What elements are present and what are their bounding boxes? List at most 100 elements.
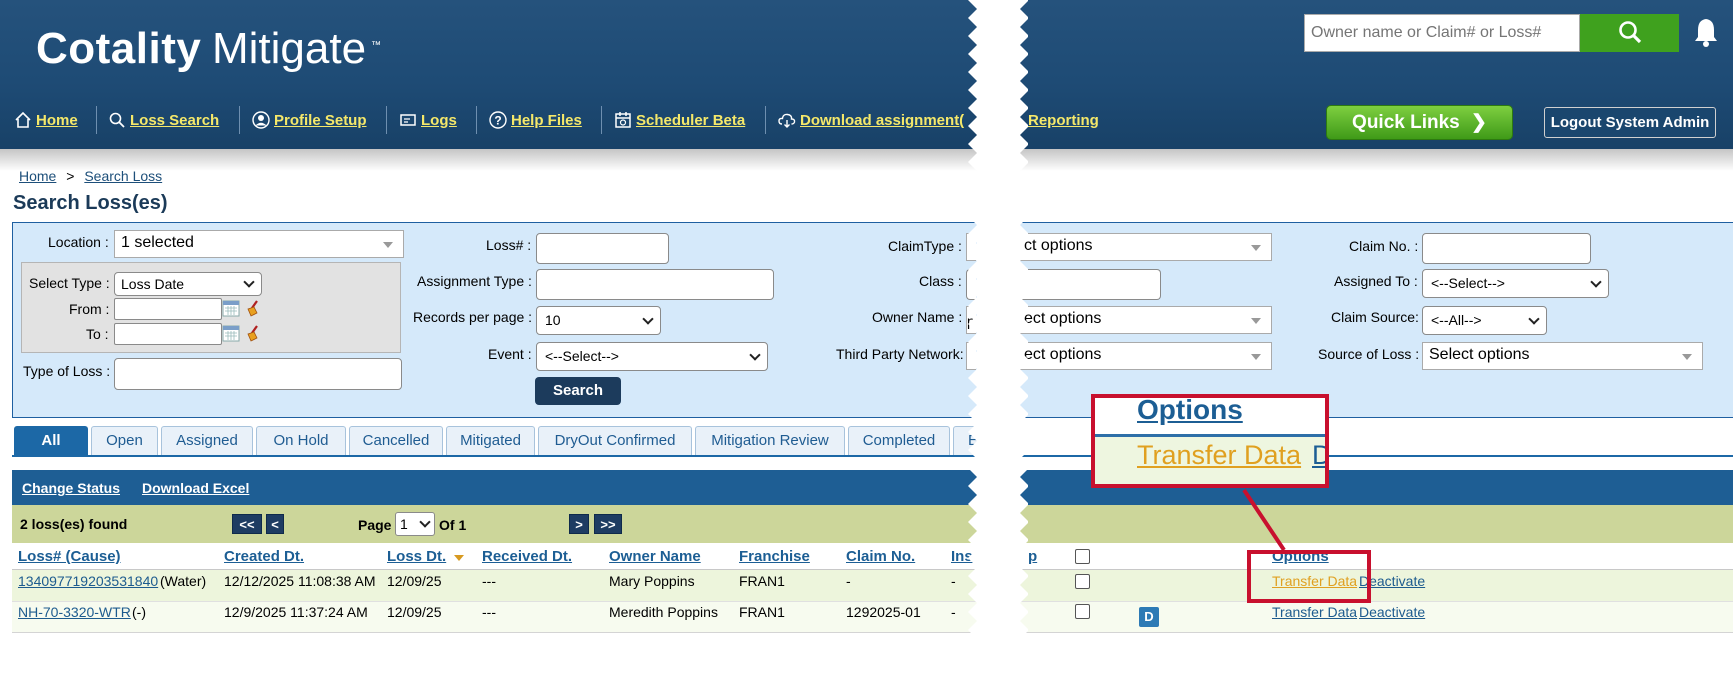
third-party-network-label: Third Party Network: (836, 346, 964, 362)
col-loss-cause[interactable]: Loss# (Cause) (18, 548, 121, 565)
svg-text:?: ? (494, 114, 501, 128)
class-input[interactable] (1018, 269, 1161, 300)
tab-all[interactable]: All (14, 426, 88, 456)
location-multiselect[interactable]: 1 selected (114, 230, 404, 258)
nav-scheduler[interactable]: Scheduler Beta (614, 109, 745, 131)
logout-button[interactable]: Logout System Admin (1544, 107, 1716, 138)
assignment-type-input[interactable] (536, 269, 774, 300)
d-badge[interactable]: D (1139, 607, 1159, 627)
loss-no-input[interactable] (536, 233, 669, 264)
results-count: 2 loss(es) found (20, 516, 128, 532)
tab-completed[interactable]: Completed (848, 426, 950, 456)
chevron-down-icon (749, 349, 761, 361)
nav-download-assignment-label: Download assignment( (800, 111, 965, 129)
franchise: FRAN1 (739, 604, 785, 620)
row-checkbox[interactable] (1075, 574, 1090, 589)
zoom-callout: Options Transfer Data D (1091, 394, 1329, 488)
owner-name: Mary Poppins (609, 573, 695, 589)
change-status-link[interactable]: Change Status (22, 480, 120, 496)
nav-loss-search[interactable]: Loss Search (108, 109, 219, 131)
nav-reporting[interactable]: Reporting (1028, 109, 1099, 131)
owner-name-multiselect[interactable]: ect options (1018, 306, 1272, 334)
claim-number: - (846, 573, 851, 589)
tab-assigned[interactable]: Assigned (161, 426, 253, 456)
event-label: Event : (488, 346, 532, 362)
search-button[interactable]: Search (535, 377, 621, 405)
dropdown-arrow-icon (1251, 245, 1261, 251)
highlight-box (1247, 550, 1371, 603)
claim-type-label: ClaimType : (888, 238, 962, 254)
last-page-button[interactable]: >> (594, 514, 622, 534)
nav-loss-search-label: Loss Search (130, 111, 220, 129)
claim-no-label: Claim No. : (1349, 238, 1419, 254)
type-of-loss-input[interactable] (114, 358, 402, 390)
transfer-data-link[interactable]: Transfer Data (1272, 604, 1357, 620)
tab-mitigated[interactable]: Mitigated (446, 426, 535, 456)
third-party-network-multiselect[interactable]: ect options (1018, 342, 1272, 370)
clear-broom-icon[interactable] (245, 299, 263, 317)
header-shadow (0, 149, 1733, 171)
quick-links-button[interactable]: Quick Links ❯ (1326, 105, 1513, 140)
tab-on-hold[interactable]: On Hold (256, 426, 346, 456)
logo-trademark: ™ (371, 40, 381, 51)
col-received-dt[interactable]: Received Dt. (482, 548, 572, 565)
event-dropdown[interactable]: <--Select--> (536, 342, 768, 371)
tab-cancelled[interactable]: Cancelled (349, 426, 443, 456)
claim-type-value: ct options (1024, 237, 1093, 254)
col-franchise[interactable]: Franchise (739, 548, 810, 565)
bell-icon[interactable] (1693, 16, 1719, 48)
calendar-icon[interactable] (222, 324, 240, 342)
claim-no-input[interactable] (1422, 233, 1591, 264)
col-partial[interactable]: p (1028, 548, 1037, 565)
loss-number-link[interactable]: 134097719203531840 (18, 573, 158, 589)
loss-number-link[interactable]: NH-70-3320-WTR (18, 604, 131, 620)
zoom-options-heading: Options (1137, 394, 1243, 425)
clear-broom-icon[interactable] (245, 324, 263, 342)
nav-scheduler-label: Scheduler Beta (636, 111, 746, 129)
tab-mitigation-review[interactable]: Mitigation Review (695, 426, 845, 456)
breadcrumb-home[interactable]: Home (19, 168, 56, 184)
loss-cause: (-) (132, 604, 146, 620)
claim-source-dropdown[interactable]: <--All--> (1422, 306, 1547, 335)
nav-download-assignment[interactable]: Download assignment( (778, 109, 964, 131)
col-owner-name[interactable]: Owner Name (609, 548, 701, 565)
col-claim-no[interactable]: Claim No. (846, 548, 915, 565)
first-page-button[interactable]: << (232, 514, 262, 534)
cloud-download-icon (778, 113, 796, 128)
source-of-loss-multiselect[interactable]: Select options (1422, 342, 1703, 370)
global-search-button[interactable] (1580, 14, 1679, 52)
col-loss-dt[interactable]: Loss Dt. (387, 548, 446, 565)
nav-logs[interactable]: Logs (399, 109, 457, 131)
nav-help-files[interactable]: ? Help Files (489, 109, 582, 131)
nav-profile-setup[interactable]: Profile Setup (252, 109, 367, 131)
tab-open[interactable]: Open (91, 426, 158, 456)
select-type-dropdown[interactable]: Loss Date (114, 272, 262, 296)
screenshot-cut-divider (968, 0, 1028, 675)
assigned-to-label: Assigned To : (1334, 273, 1418, 289)
col-created-dt[interactable]: Created Dt. (224, 548, 304, 565)
from-date-input[interactable] (114, 298, 222, 320)
deactivate-link[interactable]: Deactivate (1359, 604, 1425, 620)
select-all-checkbox[interactable] (1075, 549, 1090, 564)
global-search-input[interactable] (1304, 14, 1580, 52)
tab-dryout-confirmed[interactable]: DryOut Confirmed (538, 426, 692, 456)
help-icon: ? (489, 111, 507, 129)
page-of-label: Of 1 (439, 517, 467, 533)
nav-home[interactable]: Home (14, 109, 78, 131)
owner-name: Meredith Poppins (609, 604, 718, 620)
download-excel-link[interactable]: Download Excel (142, 480, 249, 496)
breadcrumb-search-loss[interactable]: Search Loss (84, 168, 162, 184)
claim-type-multiselect[interactable]: ct options (1018, 233, 1272, 261)
from-label: From : (69, 301, 110, 317)
records-per-page-dropdown[interactable]: 10 (536, 306, 661, 335)
calendar-icon[interactable] (222, 299, 240, 317)
to-date-input[interactable] (114, 323, 222, 345)
page-select[interactable]: 1 (395, 512, 435, 536)
logo-cotality: Cotality (36, 24, 202, 73)
next-page-button[interactable]: > (569, 514, 589, 534)
chevron-down-icon (243, 276, 255, 288)
row-checkbox[interactable] (1075, 604, 1090, 619)
prev-page-button[interactable]: < (266, 514, 284, 534)
assigned-to-dropdown[interactable]: <--Select--> (1422, 269, 1609, 298)
source-of-loss-value: Select options (1429, 346, 1530, 363)
